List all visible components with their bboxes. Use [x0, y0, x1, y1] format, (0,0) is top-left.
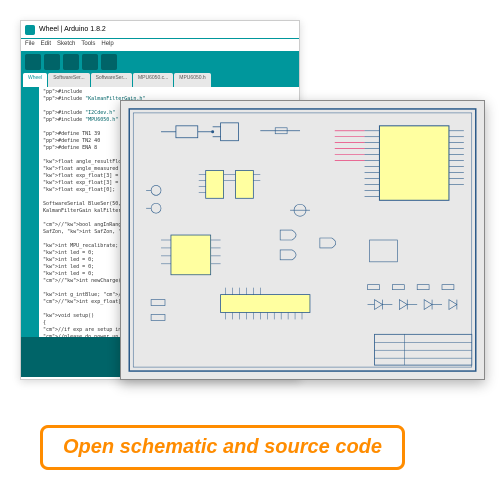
menu-edit[interactable]: Edit — [41, 41, 51, 49]
schematic-window — [120, 100, 485, 380]
new-button[interactable] — [63, 54, 79, 70]
menu-file[interactable]: File — [25, 41, 35, 49]
save-button[interactable] — [101, 54, 117, 70]
menu-help[interactable]: Help — [101, 41, 113, 49]
tab-softserial1[interactable]: SoftwareSer... — [48, 73, 89, 87]
ide-titlebar: Wheel | Arduino 1.8.2 — [21, 21, 299, 39]
ide-tabs: Wheel SoftwareSer... SoftwareSer... MPU6… — [21, 73, 299, 87]
tab-softserial2[interactable]: SoftwareSer... — [91, 73, 132, 87]
window-title: Wheel | Arduino 1.8.2 — [39, 26, 106, 33]
caption-box: Open schematic and source code — [40, 425, 405, 470]
tab-mpu6050c[interactable]: MPU6050.c... — [133, 73, 173, 87]
tab-wheel[interactable]: Wheel — [23, 73, 47, 87]
verify-button[interactable] — [25, 54, 41, 70]
menu-sketch[interactable]: Sketch — [57, 41, 75, 49]
ide-toolbar — [21, 51, 299, 73]
arduino-logo-icon — [25, 25, 35, 35]
tab-mpu6050h[interactable]: MPU6050.h — [174, 73, 210, 87]
open-button[interactable] — [82, 54, 98, 70]
line-gutter — [21, 87, 39, 337]
menu-tools[interactable]: Tools — [81, 41, 95, 49]
caption-text: Open schematic and source code — [63, 436, 382, 458]
upload-button[interactable] — [44, 54, 60, 70]
ide-menu-bar[interactable]: File Edit Sketch Tools Help — [21, 39, 299, 51]
schematic-svg — [121, 101, 484, 379]
